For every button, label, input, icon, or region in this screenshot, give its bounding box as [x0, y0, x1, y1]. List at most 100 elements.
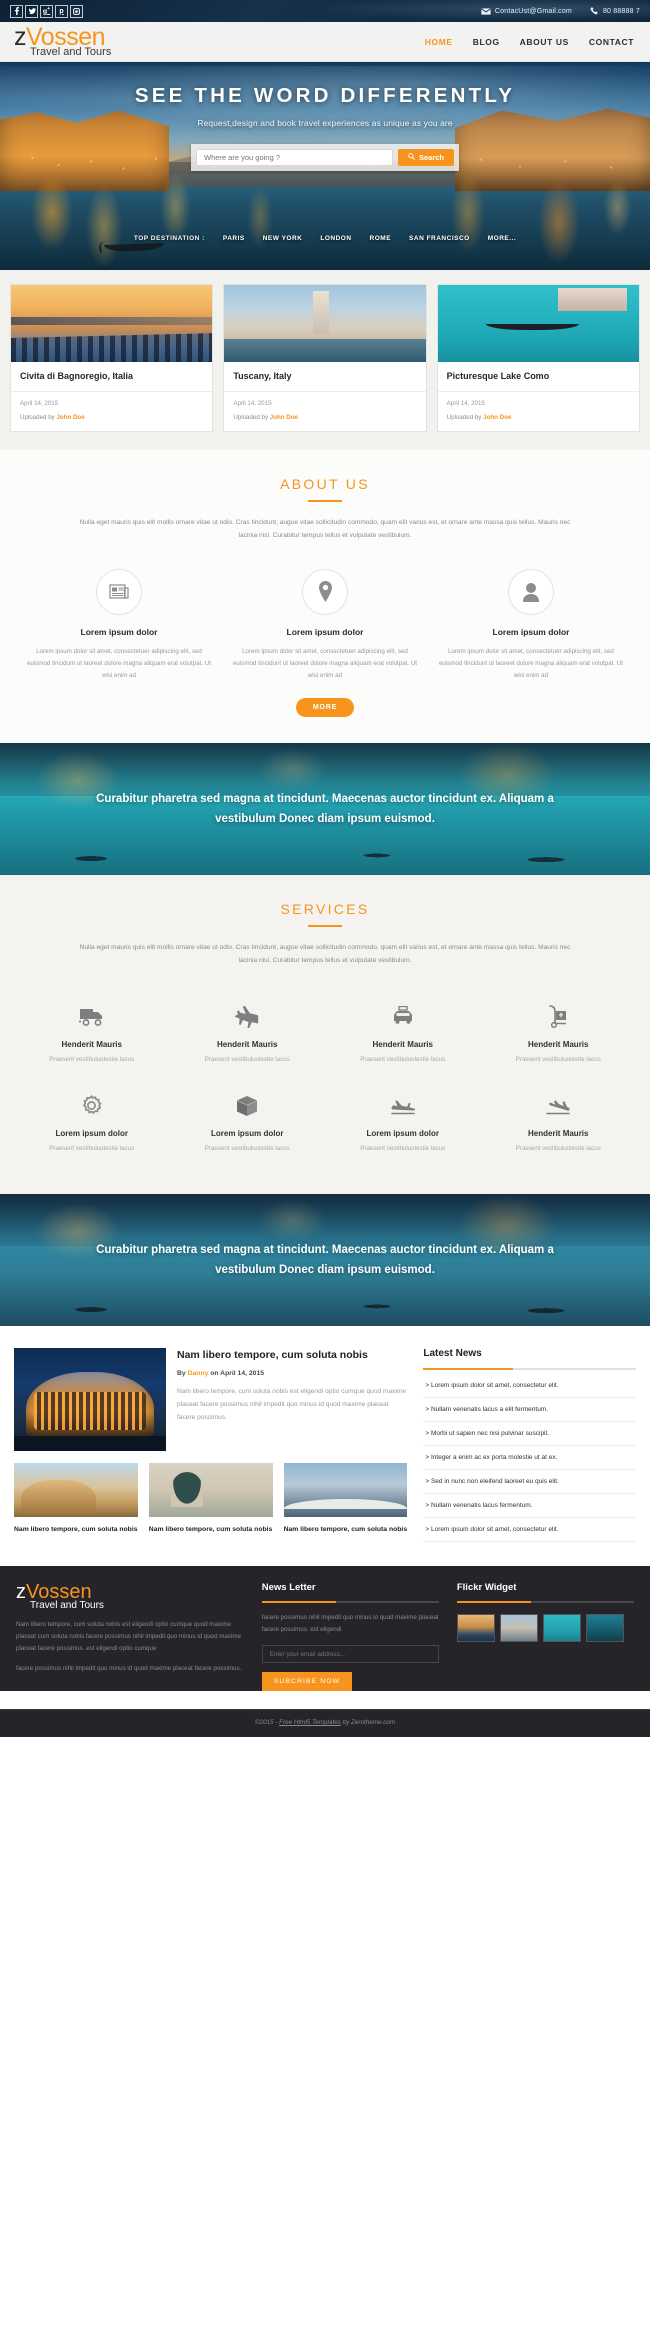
nav-item-about-us[interactable]: ABOUT US	[520, 37, 569, 47]
phone-text: 80 88888 7	[602, 7, 640, 15]
featured-cards-section: Civita di Bagnoregio, Italia April 14, 2…	[0, 270, 650, 450]
news-item[interactable]: > Sed in nunc non eleifend laoreet eu qu…	[423, 1470, 636, 1494]
service-title: Henderit Mauris	[528, 1128, 589, 1138]
copyright-suffix: by Zerotheme.com	[340, 1719, 396, 1727]
news-item[interactable]: > Morbi ut sapien nec nisi pulvinar susc…	[423, 1422, 636, 1446]
service-item[interactable]: Henderit Mauris Praesent vestibuluolesti…	[325, 990, 481, 1079]
card-author-name[interactable]: John Doe	[56, 414, 84, 421]
card-author-name[interactable]: John Doe	[270, 414, 298, 421]
card-date: April 14, 2015	[233, 400, 272, 407]
search-button[interactable]: Search	[397, 149, 454, 166]
service-text: Praesent vestibuluolestie lacus	[515, 1144, 601, 1152]
destination-rome[interactable]: ROME	[370, 235, 392, 242]
news-item[interactable]: > Integer a enim ac ex porta molestie ut…	[423, 1446, 636, 1470]
card-author-prefix: Uploaded by	[20, 414, 57, 421]
news-item[interactable]: > Nullam venenatis lacus fermentum.	[423, 1494, 636, 1518]
nav-item-contact[interactable]: CONTACT	[589, 37, 634, 47]
services-lead-text: Nulla eget mauris quis elit mollis ornar…	[79, 943, 571, 964]
service-item[interactable]: Henderit Mauris Praesent vestibuluolesti…	[481, 1079, 637, 1168]
news-item[interactable]: > Lorem ipsum dolor sit amet, consectetu…	[423, 1374, 636, 1398]
newspaper-icon	[96, 568, 142, 615]
search-input[interactable]	[196, 149, 393, 166]
service-text: Praesent vestibuluolestie lacus	[204, 1144, 290, 1152]
box-icon	[176, 1091, 320, 1121]
copyright-link[interactable]: Free Html5 Templates	[279, 1719, 341, 1726]
blog-thumbnail[interactable]: Nam libero tempore, cum soluta nobis	[14, 1462, 138, 1535]
newsletter-email-input[interactable]	[261, 1645, 439, 1664]
hand-truck-icon	[487, 1002, 631, 1032]
page-root: g+ p ContacUst@Gmail.com 80 88888 7 zVos…	[0, 0, 650, 1738]
flickr-thumbnail-grid	[456, 1613, 634, 1642]
flickr-thumbnail[interactable]	[585, 1613, 624, 1642]
flickr-thumbnail[interactable]	[499, 1613, 538, 1642]
service-title: Henderit Mauris	[372, 1039, 433, 1049]
hero-section: SEE THE WORD DIFFERENTLY Request,design …	[0, 62, 650, 270]
nav-item-blog[interactable]: BLOG	[473, 37, 500, 47]
plane-landing-icon	[487, 1091, 631, 1121]
news-item[interactable]: > Nullam venenatis lacus a elit fermentu…	[423, 1398, 636, 1422]
banner-boats	[0, 845, 650, 868]
card-author: Uploaded by John Doe	[20, 414, 203, 421]
about-section: ABOUT US Nulla eget mauris quis elit mol…	[0, 450, 650, 743]
envelope-icon	[481, 7, 491, 15]
nav-item-home[interactable]: HOME	[425, 37, 453, 47]
latest-news-underline	[423, 1367, 636, 1370]
destination-london[interactable]: LONDON	[320, 235, 351, 242]
phone-contact[interactable]: 80 88888 7	[590, 6, 640, 16]
colosseum-illustration	[26, 1372, 154, 1437]
service-text: Praesent vestibuluolestie lacus	[515, 1055, 601, 1063]
google-plus-icon[interactable]: g+	[40, 4, 53, 18]
services-section: SERVICES Nulla eget mauris quis elit mol…	[0, 874, 650, 1194]
blog-author[interactable]: Danny	[188, 1370, 209, 1377]
blog-thumbnail[interactable]: Nam libero tempore, cum soluta nobis	[148, 1462, 273, 1535]
thumbnail-image-arch	[148, 1462, 273, 1517]
destination-new-york[interactable]: NEW YORK	[263, 235, 303, 242]
service-item[interactable]: Henderit Mauris Praesent vestibuluolesti…	[170, 990, 326, 1079]
twitter-icon[interactable]	[25, 4, 38, 18]
blog-featured-image[interactable]	[14, 1347, 166, 1451]
destination-more[interactable]: MORE...	[488, 235, 516, 242]
thumbnail-image-colosseum	[14, 1462, 138, 1517]
thumbnail-title: Nam libero tempore, cum soluta nobis	[14, 1525, 138, 1533]
plane-takeoff-icon	[331, 1091, 475, 1121]
footer-logo-tagline: Travel and Tours	[30, 1599, 104, 1611]
destination-card[interactable]: Tuscany, Italy April 14, 2015 Uploaded b…	[223, 284, 427, 432]
about-more-button[interactable]: MORE	[295, 697, 355, 717]
newsletter-subscribe-button[interactable]: SUBCRIBE NOW	[261, 1672, 353, 1692]
destination-card[interactable]: Picturesque Lake Como April 14, 2015 Upl…	[436, 284, 640, 432]
destination-san-francisco[interactable]: SAN FRANCISCO	[409, 235, 470, 242]
service-item[interactable]: Henderit Mauris Praesent vestibuluolesti…	[481, 990, 637, 1079]
hero-water-reflections	[0, 174, 650, 270]
card-date: April 14, 2015	[446, 400, 485, 407]
service-text: Praesent vestibuluolestie lacus	[49, 1144, 135, 1152]
email-text: ContacUst@Gmail.com	[494, 7, 572, 15]
flickr-thumbnail[interactable]	[456, 1613, 495, 1642]
facebook-icon[interactable]	[10, 4, 23, 18]
news-item[interactable]: > Lorem ipsum dolor sit amet, consectetu…	[423, 1518, 636, 1542]
blog-section: Nam libero tempore, cum soluta nobis By …	[0, 1325, 650, 1566]
card-author-name[interactable]: John Doe	[483, 414, 511, 421]
about-title-underline	[308, 500, 342, 502]
service-item[interactable]: Lorem ipsum dolor Praesent vestibuluoles…	[325, 1079, 481, 1168]
service-title: Lorem ipsum dolor	[55, 1128, 128, 1138]
blog-thumbnail[interactable]: Nam libero tempore, cum soluta nobis	[283, 1462, 408, 1535]
destination-card[interactable]: Civita di Bagnoregio, Italia April 14, 2…	[10, 284, 214, 432]
top-destinations: TOP DESTINATION : PARIS NEW YORK LONDON …	[0, 235, 650, 242]
footer-logo[interactable]: zVossen Travel and Tours	[16, 1582, 244, 1611]
about-column: Lorem ipsum dolor Lorem ipsum dolor sit …	[20, 568, 218, 682]
blog-post-title[interactable]: Nam libero tempore, cum soluta nobis	[177, 1348, 407, 1362]
service-item[interactable]: Henderit Mauris Praesent vestibuluolesti…	[14, 990, 170, 1079]
blog-meta-date: on April 14, 2015	[208, 1369, 265, 1377]
site-footer: zVossen Travel and Tours Nam libero temp…	[0, 1565, 650, 1692]
flickr-title: Flickr Widget	[456, 1581, 517, 1593]
service-item[interactable]: Lorem ipsum dolor Praesent vestibuluoles…	[170, 1079, 326, 1168]
service-item[interactable]: Lorem ipsum dolor Praesent vestibuluoles…	[14, 1079, 170, 1168]
email-contact[interactable]: ContacUst@Gmail.com	[481, 8, 572, 15]
destination-paris[interactable]: PARIS	[223, 235, 245, 242]
instagram-icon[interactable]	[70, 4, 83, 18]
service-text: Praesent vestibuluolestie lacus	[49, 1055, 135, 1063]
pinterest-icon[interactable]: p	[55, 4, 68, 18]
flickr-thumbnail[interactable]	[542, 1613, 581, 1642]
search-button-label: Search	[418, 153, 444, 162]
site-logo[interactable]: zVossen Travel and Tours	[14, 25, 111, 58]
